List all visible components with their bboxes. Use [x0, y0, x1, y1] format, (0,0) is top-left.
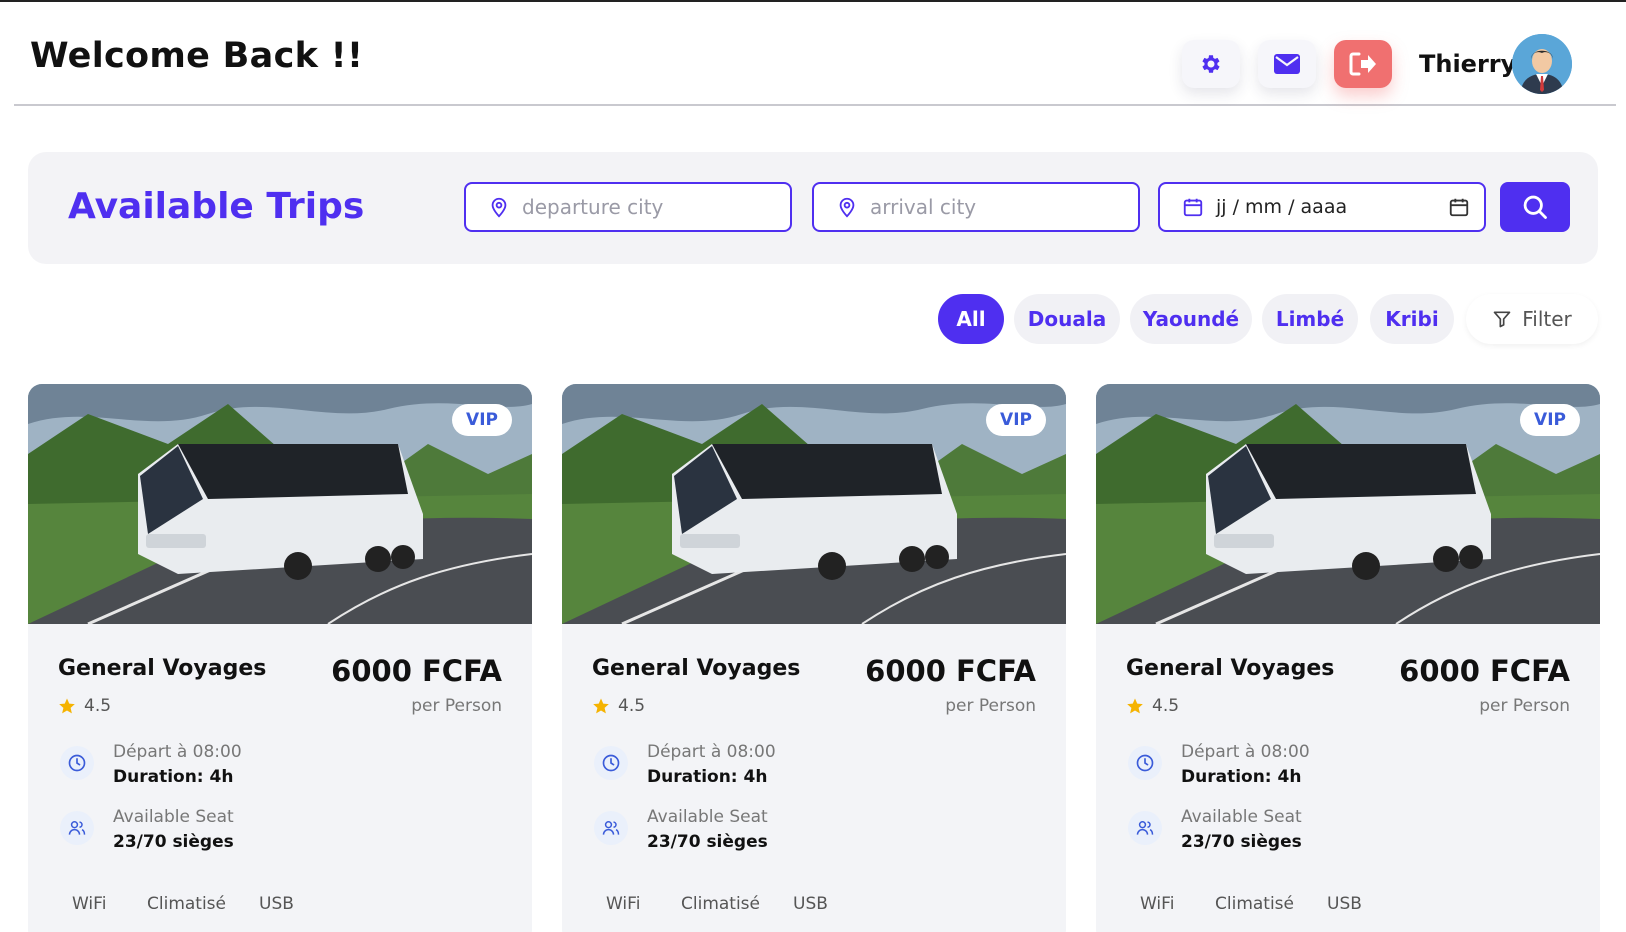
- amenity-usb: USB: [259, 894, 294, 914]
- price: 6000 FCFA: [1399, 654, 1570, 688]
- seats-value: 23/70 sièges: [113, 832, 234, 852]
- rating: 4.5: [592, 696, 645, 716]
- seats-label: Available Seat: [1181, 807, 1302, 827]
- rating: 4.5: [1126, 696, 1179, 716]
- trip-card[interactable]: VIP General Voyages 4.5 6000 FCFA per Pe…: [562, 384, 1066, 932]
- filter-funnel-icon: [1493, 311, 1511, 328]
- chip-all[interactable]: All: [938, 294, 1004, 344]
- chip-kribi[interactable]: Kribi: [1370, 294, 1454, 344]
- logout-button[interactable]: [1334, 40, 1392, 88]
- vip-badge: VIP: [1520, 404, 1580, 436]
- clock-icon: [1128, 746, 1162, 780]
- operator-name: General Voyages: [592, 656, 801, 681]
- amenity-usb: USB: [1327, 894, 1362, 914]
- chip-yaounde[interactable]: Yaoundé: [1130, 294, 1252, 344]
- avatar[interactable]: [1512, 34, 1572, 94]
- date-input[interactable]: jj / mm / aaaa: [1158, 182, 1486, 232]
- location-pin-icon: [488, 196, 510, 218]
- star-icon: [1127, 698, 1143, 714]
- amenity-wifi: WiFi: [72, 894, 107, 914]
- vip-badge: VIP: [986, 404, 1046, 436]
- departure-time: Départ à 08:00: [647, 742, 776, 762]
- departure-time: Départ à 08:00: [1181, 742, 1310, 762]
- settings-button[interactable]: [1182, 40, 1240, 88]
- amenity-ac: Climatisé: [681, 894, 760, 914]
- price: 6000 FCFA: [331, 654, 502, 688]
- logout-icon: [1349, 52, 1376, 76]
- arrival-city-input[interactable]: arrival city: [812, 182, 1140, 232]
- search-icon: [1523, 195, 1547, 219]
- arrival-placeholder: arrival city: [870, 195, 977, 219]
- page-title: Available Trips: [68, 186, 365, 227]
- amenity-usb: USB: [793, 894, 828, 914]
- rating-value: 4.5: [84, 696, 112, 716]
- departure-time: Départ à 08:00: [113, 742, 242, 762]
- users-icon: [60, 811, 94, 845]
- users-icon: [1128, 811, 1162, 845]
- vip-badge: VIP: [452, 404, 512, 436]
- user-avatar-icon: [1512, 34, 1572, 94]
- date-placeholder: jj / mm / aaaa: [1216, 196, 1348, 218]
- rating-value: 4.5: [1152, 696, 1180, 716]
- welcome-heading: Welcome Back !!: [30, 36, 364, 76]
- user-name: Thierry: [1419, 50, 1517, 78]
- seats-label: Available Seat: [647, 807, 768, 827]
- duration: Duration: 4h: [647, 767, 768, 787]
- duration: Duration: 4h: [113, 767, 234, 787]
- price: 6000 FCFA: [865, 654, 1036, 688]
- trip-card[interactable]: VIP General Voyages 4.5 6000 FCFA per Pe…: [28, 384, 532, 932]
- amenity-ac: Climatisé: [147, 894, 226, 914]
- clock-icon: [594, 746, 628, 780]
- filter-label: Filter: [1522, 307, 1572, 331]
- rating: 4.5: [58, 696, 111, 716]
- departure-placeholder: departure city: [522, 195, 664, 219]
- chip-limbe[interactable]: Limbé: [1262, 294, 1358, 344]
- price-unit: per Person: [1479, 696, 1570, 716]
- duration: Duration: 4h: [1181, 767, 1302, 787]
- operator-name: General Voyages: [1126, 656, 1335, 681]
- chip-douala[interactable]: Douala: [1014, 294, 1120, 344]
- envelope-icon: [1274, 54, 1300, 74]
- seats-value: 23/70 sièges: [647, 832, 768, 852]
- search-button[interactable]: [1500, 182, 1570, 232]
- star-icon: [593, 698, 609, 714]
- price-unit: per Person: [411, 696, 502, 716]
- price-unit: per Person: [945, 696, 1036, 716]
- amenity-wifi: WiFi: [606, 894, 641, 914]
- operator-name: General Voyages: [58, 656, 267, 681]
- gear-icon: [1202, 55, 1220, 73]
- filter-button[interactable]: Filter: [1466, 294, 1598, 344]
- search-panel: Available Trips departure city arrival c…: [28, 152, 1598, 264]
- top-header: Welcome Back !! Thierry: [14, 2, 1616, 106]
- rating-value: 4.5: [618, 696, 646, 716]
- amenity-ac: Climatisé: [1215, 894, 1294, 914]
- clock-icon: [60, 746, 94, 780]
- seats-label: Available Seat: [113, 807, 234, 827]
- location-pin-icon: [836, 196, 858, 218]
- calendar-icon: [1182, 196, 1204, 218]
- departure-city-input[interactable]: departure city: [464, 182, 792, 232]
- star-icon: [59, 698, 75, 714]
- messages-button[interactable]: [1258, 40, 1316, 88]
- date-picker-icon[interactable]: [1448, 196, 1470, 218]
- seats-value: 23/70 sièges: [1181, 832, 1302, 852]
- amenity-wifi: WiFi: [1140, 894, 1175, 914]
- users-icon: [594, 811, 628, 845]
- trip-card[interactable]: VIP General Voyages 4.5 6000 FCFA per Pe…: [1096, 384, 1600, 932]
